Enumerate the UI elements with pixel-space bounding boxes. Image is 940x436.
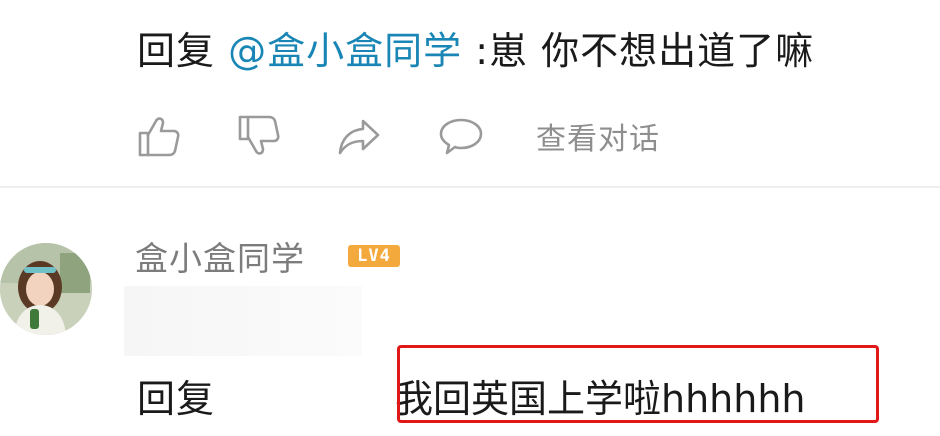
thumbs-up-icon <box>138 117 180 157</box>
avatar[interactable] <box>0 243 92 335</box>
highlight-box <box>397 345 879 423</box>
blurred-content <box>124 286 362 356</box>
view-conversation-link[interactable]: 查看对话 <box>536 114 660 158</box>
mention-link[interactable]: @盒小盒同学 <box>228 29 462 73</box>
comment-button[interactable] <box>436 111 486 161</box>
dislike-button[interactable] <box>234 111 284 161</box>
comment-username[interactable]: 盒小盒同学 <box>135 232 305 280</box>
reply-body: :崽 你不想出道了嘛 <box>462 29 815 73</box>
thumbs-down-icon <box>238 115 280 155</box>
like-button[interactable] <box>134 111 184 161</box>
avatar-image <box>0 243 92 335</box>
share-arrow-icon <box>338 119 380 155</box>
level-badge: LV4 <box>348 245 400 267</box>
divider <box>0 186 940 188</box>
comment-bubble-icon <box>439 118 483 155</box>
reply-prefix-bottom: 回复 <box>137 377 216 421</box>
share-button[interactable] <box>334 111 384 161</box>
reply-prefix: 回复 <box>137 29 229 73</box>
reply-text-top: 回复 @盒小盒同学 :崽 你不想出道了嘛 <box>137 20 814 75</box>
comment-action-bar: 查看对话 <box>134 108 660 164</box>
